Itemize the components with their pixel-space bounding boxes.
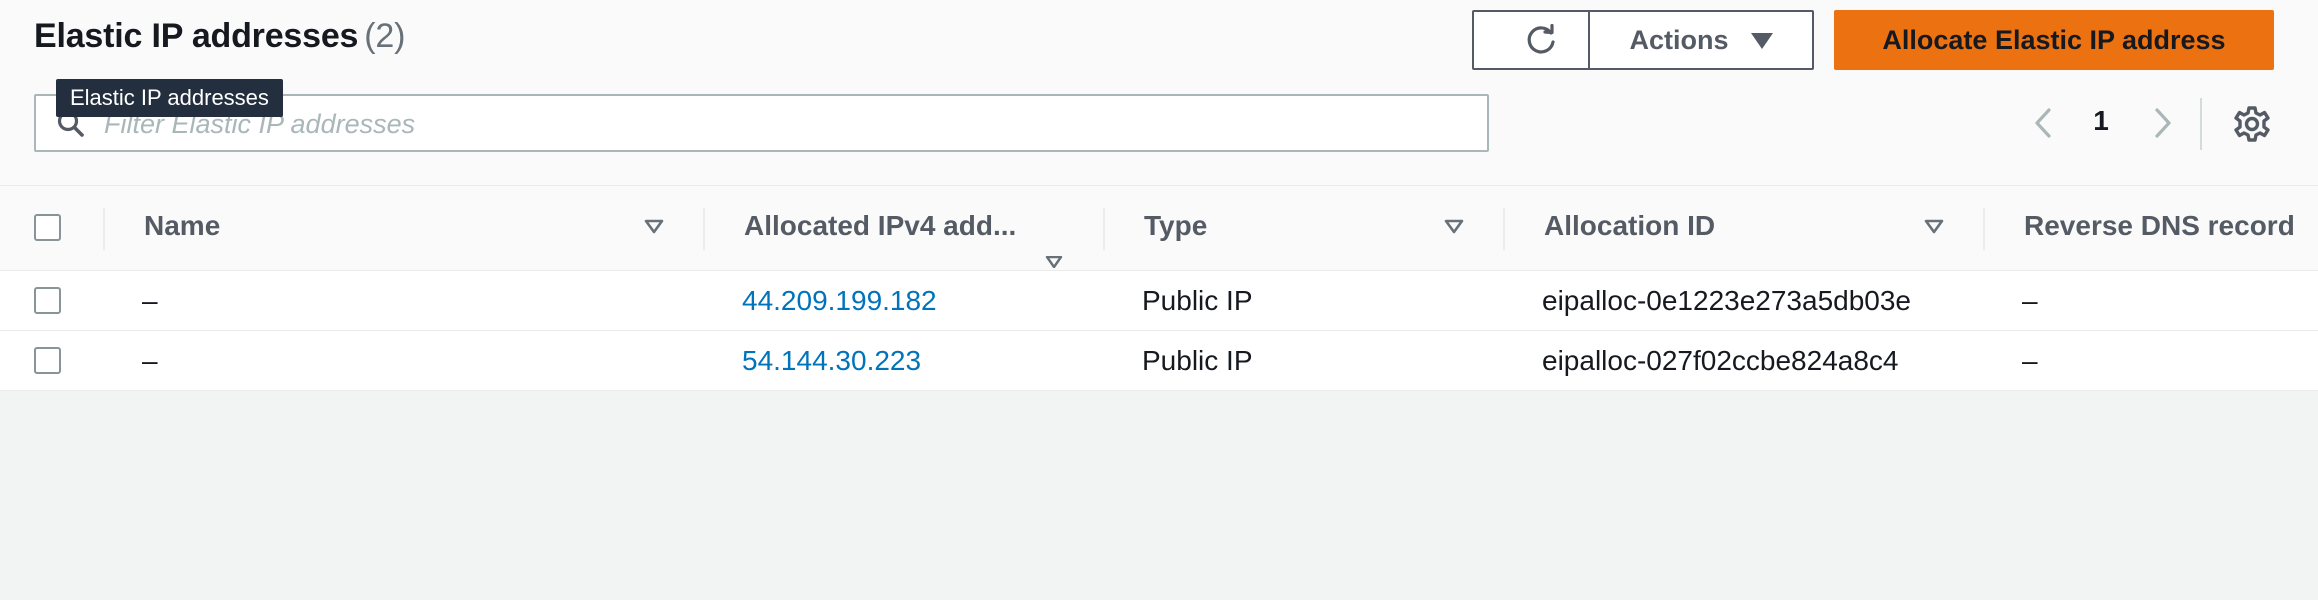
cell-ipv4-link[interactable]: 44.209.199.182 bbox=[742, 285, 937, 317]
column-divider bbox=[1503, 208, 1505, 250]
chevron-left-icon[interactable] bbox=[2024, 103, 2064, 143]
column-divider bbox=[103, 208, 105, 250]
cell-ipv4-link[interactable]: 54.144.30.223 bbox=[742, 345, 921, 377]
column-divider bbox=[1103, 208, 1105, 250]
actions-label: Actions bbox=[1629, 24, 1729, 55]
cell-allocation-id: eipalloc-0e1223e273a5db03e bbox=[1542, 285, 1912, 316]
table-row[interactable]: – 54.144.30.223 Public IP eipalloc-027f0… bbox=[0, 331, 2318, 391]
column-divider bbox=[703, 208, 705, 250]
column-divider bbox=[1983, 208, 1985, 250]
gear-icon[interactable] bbox=[2233, 105, 2271, 143]
row-checkbox[interactable] bbox=[34, 347, 61, 374]
cell-name: – bbox=[142, 285, 158, 316]
actions-button[interactable]: Actions bbox=[1588, 10, 1814, 70]
column-header-allocation-id[interactable]: Allocation ID bbox=[1544, 210, 1715, 242]
table-column-headers: Name Allocated IPv4 add... Type Allocati… bbox=[0, 186, 2318, 271]
cell-reverse-dns: – bbox=[2022, 345, 2038, 376]
item-count: (2) bbox=[364, 17, 406, 55]
page-title: Elastic IP addresses (2) bbox=[34, 17, 405, 56]
cell-type: Public IP bbox=[1142, 285, 1253, 316]
current-page-number[interactable]: 1 bbox=[2086, 105, 2116, 137]
pagination-divider bbox=[2200, 98, 2202, 150]
column-header-name[interactable]: Name bbox=[144, 210, 220, 242]
select-all-checkbox[interactable] bbox=[34, 214, 61, 241]
sort-down-icon[interactable] bbox=[1443, 216, 1465, 238]
caret-down-icon bbox=[1750, 33, 1773, 49]
column-header-type[interactable]: Type bbox=[1144, 210, 1207, 242]
cell-reverse-dns: – bbox=[2022, 285, 2038, 316]
sort-down-icon[interactable] bbox=[643, 216, 665, 238]
refresh-icon bbox=[1527, 23, 1555, 54]
search-input[interactable] bbox=[102, 102, 1466, 146]
cell-allocation-id: eipalloc-027f02ccbe824a8c4 bbox=[1542, 345, 1899, 376]
cell-name: – bbox=[142, 345, 158, 376]
allocate-elastic-ip-button[interactable]: Allocate Elastic IP address bbox=[1834, 10, 2274, 70]
page-title-text: Elastic IP addresses bbox=[34, 17, 359, 55]
column-header-reverse-dns[interactable]: Reverse DNS record bbox=[2024, 210, 2295, 242]
row-checkbox[interactable] bbox=[34, 287, 61, 314]
table-row[interactable]: – 44.209.199.182 Public IP eipalloc-0e12… bbox=[0, 271, 2318, 331]
table-header-area: Elastic IP addresses (2) Elastic IP addre… bbox=[0, 0, 2318, 186]
tooltip: Elastic IP addresses bbox=[56, 79, 283, 117]
sort-down-icon[interactable] bbox=[1923, 216, 1945, 238]
column-header-allocated-ipv4[interactable]: Allocated IPv4 add... bbox=[744, 210, 1016, 242]
sort-down-icon[interactable] bbox=[1045, 256, 1063, 268]
cell-type: Public IP bbox=[1142, 345, 1253, 376]
chevron-right-icon[interactable] bbox=[2142, 103, 2182, 143]
